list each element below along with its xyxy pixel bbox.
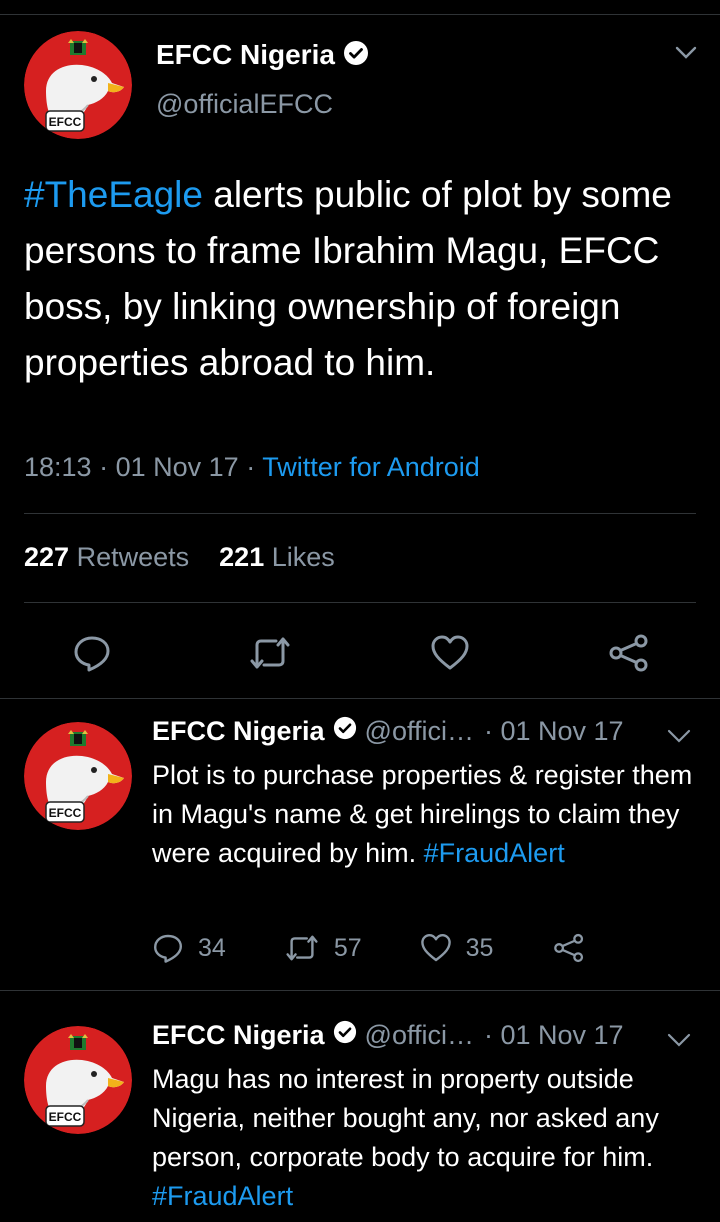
- engagement-stats: 227 Retweets 221 Likes: [24, 542, 335, 573]
- tweet-meta: 18:13 · 01 Nov 17 · Twitter for Android: [24, 452, 480, 483]
- share-icon[interactable]: [553, 932, 585, 964]
- reply-icon: [154, 934, 182, 963]
- author-handle[interactable]: @officialEFCC: [156, 89, 333, 120]
- avatar[interactable]: EFCC: [24, 722, 132, 830]
- hashtag-link[interactable]: #FraudAlert: [424, 838, 565, 868]
- tweet-text: #TheEagle alerts public of plot by some …: [24, 167, 704, 391]
- tweet-time: 18:13: [24, 452, 92, 482]
- divider: [0, 698, 720, 699]
- author-handle[interactable]: @offici…: [365, 716, 474, 747]
- retweets-count[interactable]: 227: [24, 542, 69, 572]
- like-action[interactable]: 35: [420, 932, 494, 964]
- retweet-action[interactable]: 57: [284, 932, 362, 964]
- retweet-icon: [286, 935, 318, 961]
- meta-separator: ·: [246, 452, 263, 482]
- reply-icon[interactable]: [72, 633, 112, 678]
- chevron-down-icon[interactable]: [674, 45, 698, 66]
- retweets-label[interactable]: Retweets: [77, 542, 190, 572]
- efcc-logo-icon: EFCC: [24, 31, 132, 139]
- retweet-icon[interactable]: [248, 633, 292, 678]
- tweet-date: · 01 Nov 17: [483, 1020, 624, 1050]
- reply-action[interactable]: 34: [152, 932, 226, 964]
- tweet-text: Plot is to purchase properties & registe…: [152, 756, 702, 873]
- likes-count[interactable]: 221: [219, 542, 264, 572]
- author-name[interactable]: EFCC Nigeria: [156, 39, 335, 71]
- tweet-date: 01 Nov 17: [115, 452, 239, 482]
- tweet-body: Plot is to purchase properties & registe…: [152, 760, 693, 868]
- share-icon[interactable]: [608, 633, 650, 678]
- avatar[interactable]: EFCC: [24, 31, 132, 139]
- retweet-count: 57: [333, 933, 362, 962]
- tweet-text: Magu has no interest in property outside…: [152, 1060, 702, 1216]
- reply-tweet[interactable]: EFCC EFCC Nigeria @offici… · 01 Nov 17 M…: [0, 1004, 720, 1222]
- like-count: 35: [465, 933, 494, 962]
- likes-label[interactable]: Likes: [272, 542, 335, 572]
- avatar-badge-text: EFCC: [49, 115, 82, 129]
- tweet-source-link[interactable]: Twitter for Android: [262, 452, 480, 482]
- divider: [0, 990, 720, 991]
- meta-separator: ·: [99, 452, 116, 482]
- divider: [24, 602, 696, 603]
- hashtag-link[interactable]: #FraudAlert: [152, 1181, 293, 1211]
- tweet-body: Magu has no interest in property outside…: [152, 1064, 659, 1172]
- divider: [24, 513, 696, 514]
- verified-badge-icon: [343, 40, 369, 71]
- reply-tweet[interactable]: EFCC EFCC Nigeria @offici… · 01 Nov 17 P…: [0, 700, 720, 990]
- tweet-date: · 01 Nov 17: [483, 716, 624, 746]
- main-tweet[interactable]: EFCC EFCC Nigeria @officialEFCC #TheEagl…: [0, 15, 720, 699]
- author-row: EFCC Nigeria @offici… · 01 Nov 17: [152, 716, 624, 747]
- like-icon[interactable]: [430, 633, 470, 678]
- author-row: EFCC Nigeria: [156, 39, 369, 71]
- author-name[interactable]: EFCC Nigeria: [152, 1020, 325, 1051]
- author-name[interactable]: EFCC Nigeria: [152, 716, 325, 747]
- efcc-logo-icon: EFCC: [24, 722, 132, 830]
- author-row: EFCC Nigeria @offici… · 01 Nov 17: [152, 1020, 624, 1051]
- avatar-badge-text: EFCC: [49, 806, 82, 820]
- tweet-actions: 34 57 35: [152, 932, 585, 964]
- hashtag-link[interactable]: #TheEagle: [24, 174, 203, 215]
- like-icon: [420, 934, 451, 962]
- avatar[interactable]: EFCC: [24, 1026, 132, 1134]
- author-handle[interactable]: @offici…: [365, 1020, 474, 1051]
- verified-badge-icon: [333, 716, 357, 747]
- chevron-down-icon[interactable]: [666, 728, 692, 749]
- reply-count: 34: [198, 933, 226, 962]
- chevron-down-icon[interactable]: [666, 1032, 692, 1053]
- efcc-logo-icon: EFCC: [24, 1026, 132, 1134]
- verified-badge-icon: [333, 1020, 357, 1051]
- avatar-badge-text: EFCC: [49, 1110, 82, 1124]
